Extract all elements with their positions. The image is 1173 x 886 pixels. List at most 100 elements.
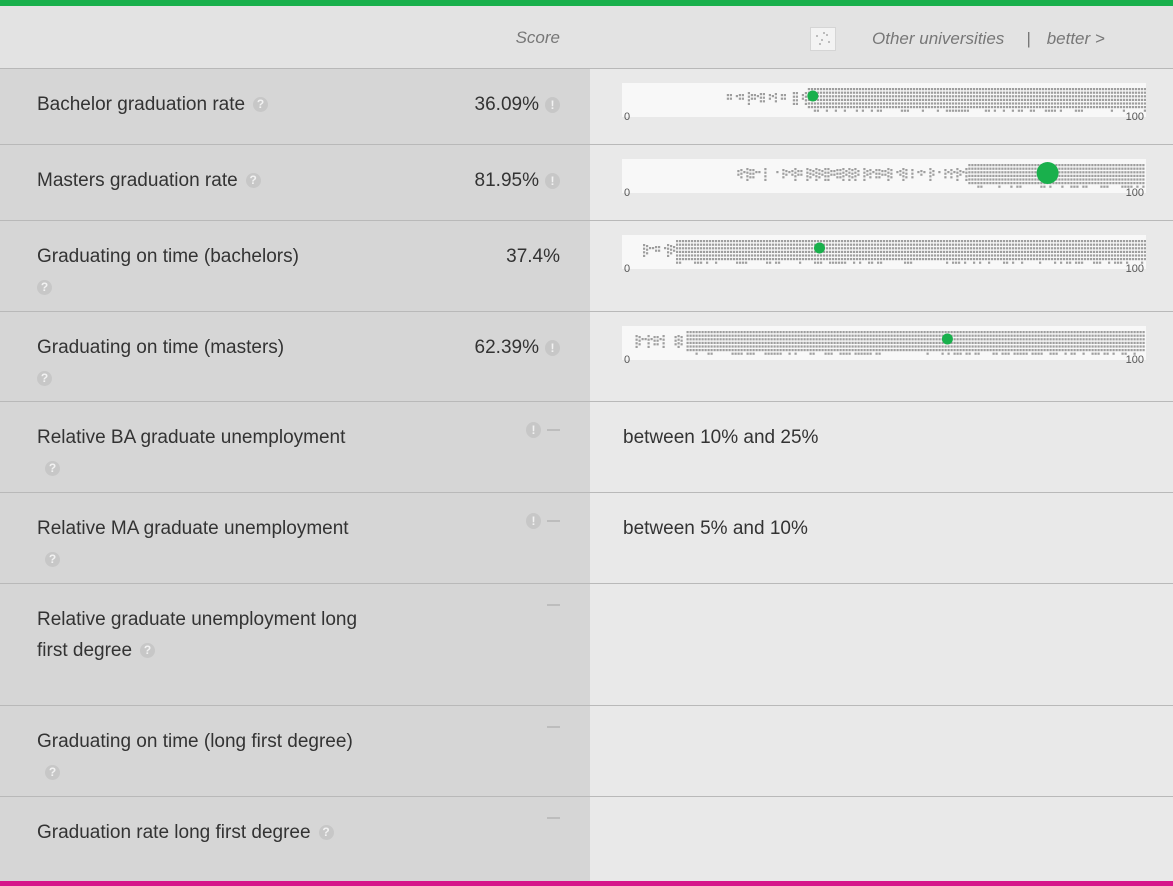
other-university-dot <box>806 171 809 174</box>
other-university-dot <box>920 331 923 334</box>
highlighted-university-marker[interactable] <box>1036 162 1059 184</box>
other-university-dot <box>1020 102 1023 105</box>
warning-icon[interactable]: ! <box>545 172 560 189</box>
other-university-dot <box>842 171 845 174</box>
other-university-dot <box>874 258 877 261</box>
other-university-dot <box>839 345 842 348</box>
other-university-dot <box>945 106 948 109</box>
other-university-dot <box>731 341 734 344</box>
help-icon[interactable]: ? <box>37 371 52 386</box>
other-university-dot <box>863 341 866 344</box>
other-university-dot <box>911 331 914 334</box>
highlighted-university-marker[interactable] <box>814 242 825 254</box>
other-university-dot <box>1004 174 1007 177</box>
other-university-dot <box>1049 338 1052 341</box>
other-university-dot <box>770 349 773 352</box>
other-university-dot <box>1143 88 1146 91</box>
other-university-dot <box>1132 250 1135 253</box>
other-university-dot <box>989 334 992 337</box>
other-university-dot <box>781 240 784 243</box>
other-university-dot <box>869 334 872 337</box>
other-university-dot <box>932 338 935 341</box>
other-university-dot <box>999 106 1002 109</box>
other-university-dot <box>1142 182 1145 185</box>
other-university-dot <box>1090 243 1093 246</box>
other-university-dot <box>1079 349 1082 352</box>
other-university-dot <box>983 349 986 352</box>
help-icon[interactable]: ? <box>45 552 60 567</box>
other-university-dot <box>1125 91 1128 94</box>
other-university-dot <box>729 94 732 97</box>
other-university-dot <box>682 250 685 253</box>
other-university-dot <box>921 109 924 112</box>
other-university-dot <box>1129 240 1132 243</box>
other-university-dot <box>842 338 845 341</box>
other-university-dot <box>796 240 799 243</box>
other-university-dot <box>1050 88 1053 91</box>
help-icon[interactable]: ? <box>318 825 334 840</box>
other-university-dot <box>980 331 983 334</box>
warning-icon[interactable]: ! <box>526 513 541 529</box>
other-university-dot <box>1040 352 1043 355</box>
other-university-dot <box>757 258 760 261</box>
other-university-dot <box>1117 261 1120 264</box>
other-university-dot <box>1028 182 1031 185</box>
other-university-dot <box>1018 258 1021 261</box>
other-university-dot <box>740 349 743 352</box>
highlighted-university-marker[interactable] <box>941 333 953 345</box>
other-university-dot <box>1135 247 1138 250</box>
other-university-dot <box>795 102 798 105</box>
other-university-dot <box>827 171 830 174</box>
help-icon[interactable]: ? <box>253 97 269 112</box>
highlighted-university-marker[interactable] <box>807 90 819 102</box>
help-icon[interactable]: ? <box>37 280 52 295</box>
other-university-dot <box>1036 254 1039 257</box>
other-university-dot <box>1106 345 1109 348</box>
other-university-dot <box>911 172 914 175</box>
other-university-dot <box>774 93 777 96</box>
help-icon[interactable]: ? <box>45 765 60 780</box>
other-university-dot <box>739 247 742 250</box>
other-university-dot <box>782 345 785 348</box>
other-university-dot <box>846 91 849 94</box>
other-university-dot <box>820 261 823 264</box>
other-university-dot <box>1115 345 1118 348</box>
other-university-dot <box>835 240 838 243</box>
other-university-dot <box>955 261 958 264</box>
other-university-dot <box>766 240 769 243</box>
other-university-dot <box>847 254 850 257</box>
other-university-dot <box>995 345 998 348</box>
help-icon[interactable]: ? <box>140 643 156 658</box>
other-university-dot <box>730 243 733 246</box>
other-university-dot <box>1118 338 1121 341</box>
other-university-dot <box>1131 106 1134 109</box>
other-university-dot <box>1045 250 1048 253</box>
other-university-dot <box>956 349 959 352</box>
other-university-dot <box>890 169 893 172</box>
other-university-dot <box>748 258 751 261</box>
other-university-dot <box>983 164 986 167</box>
other-university-dot <box>677 338 680 341</box>
warning-icon[interactable]: ! <box>545 96 560 113</box>
other-university-dot <box>978 106 981 109</box>
other-university-dot <box>1115 178 1118 181</box>
other-university-dot <box>1016 167 1019 170</box>
other-university-dot <box>987 109 990 112</box>
other-university-dot <box>990 91 993 94</box>
other-university-dot <box>770 345 773 348</box>
other-university-dot <box>753 94 756 97</box>
help-icon[interactable]: ? <box>245 173 261 188</box>
other-university-dot <box>746 345 749 348</box>
warning-icon[interactable]: ! <box>526 422 541 438</box>
other-university-dot <box>700 261 703 264</box>
other-university-dot <box>939 91 942 94</box>
other-university-dot <box>749 176 752 179</box>
other-university-dot <box>809 169 812 172</box>
other-university-dot <box>734 345 737 348</box>
other-university-dot <box>836 338 839 341</box>
table-row: Graduating on time (masters)? 62.39%! 0 … <box>0 312 1173 402</box>
other-university-dot <box>1069 247 1072 250</box>
other-university-dot <box>877 261 880 264</box>
warning-icon[interactable]: ! <box>545 339 560 356</box>
help-icon[interactable]: ? <box>45 461 60 476</box>
